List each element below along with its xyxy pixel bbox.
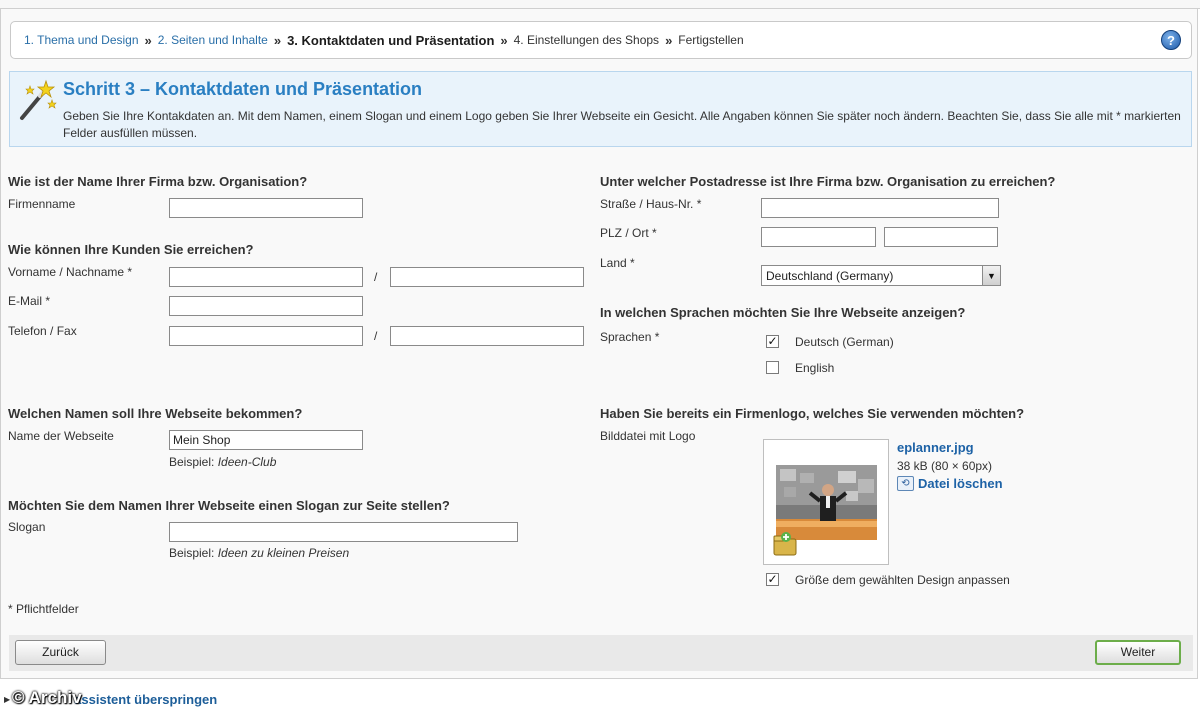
- slogan-question: Möchten Sie dem Namen Ihrer Webseite ein…: [8, 498, 450, 513]
- required-fields-note: * Pflichtfelder: [8, 602, 79, 616]
- contact-question: Wie können Ihre Kunden Sie erreichen?: [8, 242, 254, 257]
- zip-city-label: PLZ / Ort *: [600, 226, 657, 240]
- breadcrumb-separator: »: [500, 32, 508, 48]
- step-info-box: Schritt 3 – Kontaktdaten und Präsentatio…: [9, 71, 1192, 147]
- step-description: Geben Sie Ihre Kontakdaten an. Mit dem N…: [63, 109, 1181, 140]
- slogan-hint: Beispiel: Ideen zu kleinen Preisen: [169, 546, 349, 560]
- delete-file-icon: ⟲: [897, 476, 914, 491]
- last-name-input[interactable]: [390, 267, 584, 287]
- breadcrumb-step-3: 3. Kontaktdaten und Präsentation: [287, 32, 495, 48]
- window-top-edge: [0, 0, 1200, 9]
- logo-label: Bilddatei mit Logo: [600, 429, 696, 443]
- hint-example: Ideen zu kleinen Preisen: [217, 546, 350, 560]
- footer-bar: Zurück Weiter: [9, 635, 1193, 671]
- company-name-label: Firmenname: [8, 197, 76, 211]
- wizard-panel: 1. Thema und Design » 2. Seiten und Inha…: [0, 9, 1198, 679]
- language-german-checkbox[interactable]: ✓: [766, 335, 779, 348]
- breadcrumb-separator: »: [273, 32, 282, 48]
- next-button[interactable]: Weiter: [1095, 640, 1181, 665]
- breadcrumb: 1. Thema und Design » 2. Seiten und Inha…: [10, 21, 1192, 59]
- name-label: Vorname / Nachname *: [8, 265, 133, 279]
- hint-prefix: Beispiel:: [169, 455, 218, 469]
- step-title: Schritt 3 – Kontaktdaten und Präsentatio…: [63, 79, 423, 99]
- watermark: © Archiv: [12, 688, 82, 707]
- language-german-label: Deutsch (German): [795, 335, 894, 349]
- phone-fax-label: Telefon / Fax: [8, 324, 77, 338]
- street-label: Straße / Haus-Nr. *: [600, 197, 702, 211]
- breadcrumb-step-4: 4. Einstellungen des Shops: [513, 33, 660, 47]
- country-value: Deutschland (Germany): [766, 269, 894, 283]
- email-label: E-Mail *: [8, 294, 51, 308]
- triangle-right-icon: ▶: [4, 695, 11, 704]
- phone-separator: /: [374, 329, 378, 343]
- slogan-input[interactable]: [169, 522, 518, 542]
- magic-wand-icon: [20, 79, 57, 120]
- phone-input[interactable]: [169, 326, 363, 346]
- first-name-input[interactable]: [169, 267, 363, 287]
- fax-input[interactable]: [390, 326, 584, 346]
- site-name-question: Welchen Namen soll Ihre Webseite bekomme…: [8, 406, 303, 421]
- email-input[interactable]: [169, 296, 363, 316]
- back-button[interactable]: Zurück: [15, 640, 106, 665]
- breadcrumb-step-2[interactable]: 2. Seiten und Inhalte: [158, 33, 268, 47]
- logo-thumbnail: [776, 465, 877, 540]
- hint-prefix: Beispiel:: [169, 546, 218, 560]
- hint-example: Ideen-Club: [217, 455, 277, 469]
- breadcrumb-separator: »: [144, 32, 152, 48]
- language-english-label: English: [795, 361, 835, 375]
- company-question: Wie ist der Name Ihrer Firma bzw. Organi…: [8, 174, 308, 189]
- help-icon[interactable]: ?: [1161, 30, 1181, 50]
- delete-file-button[interactable]: ⟲ Datei löschen: [897, 476, 1003, 491]
- logo-preview: [763, 439, 889, 565]
- breadcrumb-separator: »: [665, 32, 673, 48]
- street-input[interactable]: [761, 198, 999, 218]
- skip-assistant-label: assistent überspringen: [74, 692, 218, 707]
- logo-file-size: 38 kB (80 × 60px): [897, 459, 993, 473]
- company-name-input[interactable]: [169, 198, 363, 218]
- fit-to-design-checkbox[interactable]: ✓: [766, 573, 779, 586]
- breadcrumb-step-1[interactable]: 1. Thema und Design: [24, 33, 139, 47]
- address-question: Unter welcher Postadresse ist Ihre Firma…: [600, 174, 1056, 189]
- folder-icon: [773, 532, 797, 556]
- site-name-hint: Beispiel: Ideen-Club: [169, 455, 276, 469]
- breadcrumb-step-5: Fertigstellen: [678, 33, 744, 47]
- language-label: Sprachen *: [600, 330, 660, 344]
- name-separator: /: [374, 270, 378, 284]
- delete-file-label: Datei löschen: [918, 476, 1003, 491]
- site-name-label: Name der Webseite: [8, 429, 114, 443]
- language-question: In welchen Sprachen möchten Sie Ihre Web…: [600, 305, 966, 320]
- site-name-input[interactable]: [169, 430, 363, 450]
- fit-to-design-label: Größe dem gewählten Design anpassen: [795, 573, 1010, 587]
- language-english-checkbox[interactable]: [766, 361, 779, 374]
- logo-question: Haben Sie bereits ein Firmenlogo, welche…: [600, 406, 1025, 421]
- country-label: Land *: [600, 256, 635, 270]
- logo-filename-link[interactable]: eplanner.jpg: [897, 440, 974, 455]
- zip-input[interactable]: [761, 227, 876, 247]
- city-input[interactable]: [884, 227, 998, 247]
- country-select[interactable]: Deutschland (Germany) ▼: [761, 265, 1001, 286]
- chevron-down-icon[interactable]: ▼: [982, 266, 1000, 285]
- slogan-label: Slogan: [8, 520, 46, 534]
